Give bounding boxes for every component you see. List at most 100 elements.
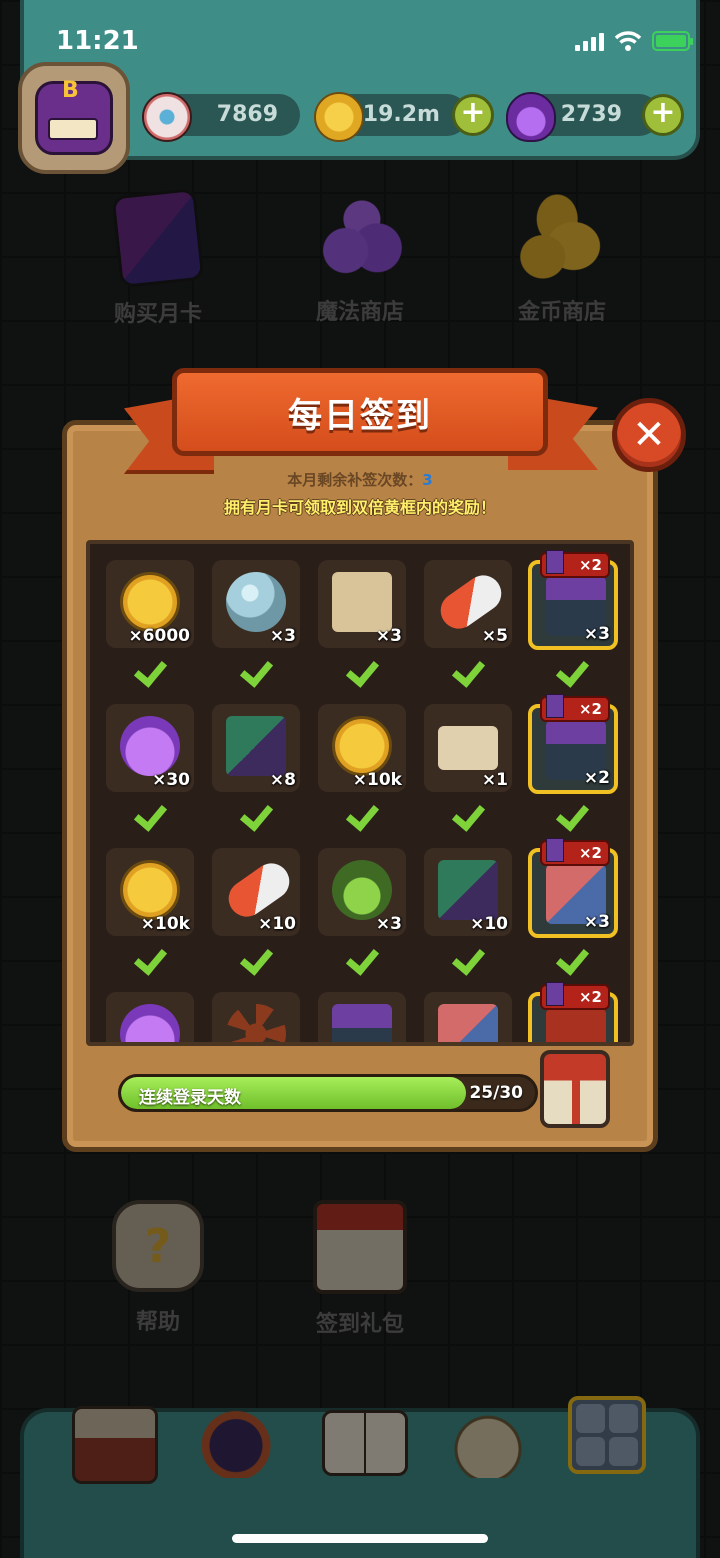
tower-icon bbox=[546, 1008, 606, 1042]
reward-quantity: ×8 bbox=[269, 770, 296, 790]
claimed-check-icon bbox=[449, 800, 487, 830]
modal-title-banner: 每日签到 bbox=[172, 368, 548, 456]
reward-cell[interactable]: ×30 bbox=[106, 704, 194, 792]
add-coins-button[interactable]: + bbox=[452, 94, 494, 136]
currency-eyes: 7869 bbox=[142, 92, 300, 142]
claimed-check-icon bbox=[131, 656, 169, 686]
claimed-check-icon bbox=[237, 656, 275, 686]
currency-value: 2739 bbox=[560, 102, 622, 127]
claimed-check-icon bbox=[553, 800, 591, 830]
reward-quantity: ×1 bbox=[481, 770, 508, 790]
currency-coins: 19.2m bbox=[314, 92, 468, 142]
reward-grid: ×6000 ×3 ×3 ×5 ×2 ×3 ×30 ×8 ×10k ×1 ×2 ×2 ×10k ×10 ×3 ×… bbox=[86, 540, 634, 1046]
reward-cell[interactable]: ×2 bbox=[528, 982, 618, 1042]
double-reward-tip: 拥有月卡可领取到双倍黄框内的奖励！ bbox=[223, 498, 496, 517]
reward-cell[interactable]: ×2 ×2 bbox=[528, 694, 618, 794]
reward-cell[interactable] bbox=[106, 992, 194, 1042]
double-reward-tag: ×2 bbox=[540, 550, 610, 578]
coin-icon bbox=[332, 716, 392, 776]
claimed-check-icon bbox=[553, 656, 591, 686]
reward-quantity: ×3 bbox=[583, 912, 610, 932]
reward-cell[interactable] bbox=[424, 992, 512, 1042]
coin-icon bbox=[120, 860, 180, 920]
reward-cell[interactable]: ×2 ×3 bbox=[528, 838, 618, 938]
reward-cell[interactable]: ×2 ×3 bbox=[528, 550, 618, 650]
claimed-check-icon bbox=[449, 944, 487, 974]
reward-quantity: ×10 bbox=[258, 914, 296, 934]
claimed-check-icon bbox=[131, 800, 169, 830]
potion-icon bbox=[506, 92, 556, 142]
progress-value: 25/30 bbox=[469, 1083, 523, 1103]
close-button[interactable]: ✕ bbox=[612, 398, 686, 472]
eye-icon bbox=[142, 92, 192, 142]
wifi-icon bbox=[614, 31, 642, 51]
card-icon bbox=[226, 716, 286, 776]
reward-cell[interactable]: ×6000 bbox=[106, 560, 194, 648]
currency-value: 7869 bbox=[216, 102, 278, 127]
reward-cell[interactable] bbox=[318, 992, 406, 1042]
orb-icon bbox=[226, 572, 286, 632]
box-icon bbox=[332, 1004, 392, 1042]
bomb-icon bbox=[332, 860, 392, 920]
card-icon bbox=[438, 860, 498, 920]
reward-cell[interactable]: ×1 bbox=[424, 704, 512, 792]
currency-potions: 2739 bbox=[506, 92, 660, 142]
reward-quantity: ×5 bbox=[481, 626, 508, 646]
double-reward-tag: ×2 bbox=[540, 694, 610, 722]
reward-cell[interactable]: ×10k bbox=[106, 848, 194, 936]
reward-cell[interactable] bbox=[212, 992, 300, 1042]
status-bar: 11:21 bbox=[0, 0, 720, 80]
streak-gift-icon[interactable] bbox=[540, 1050, 610, 1128]
coin-icon bbox=[120, 572, 180, 632]
reward-cell[interactable]: ×10 bbox=[212, 848, 300, 936]
claimed-check-icon bbox=[343, 944, 381, 974]
signal-icon bbox=[575, 31, 604, 51]
reward-quantity: ×3 bbox=[269, 626, 296, 646]
status-time: 11:21 bbox=[56, 26, 139, 56]
reward-cell[interactable]: ×5 bbox=[424, 560, 512, 648]
reward-quantity: ×2 bbox=[583, 768, 610, 788]
reward-cell[interactable]: ×3 bbox=[318, 848, 406, 936]
plant-icon bbox=[226, 1004, 286, 1042]
reward-cell[interactable]: ×8 bbox=[212, 704, 300, 792]
double-reward-tag: ×2 bbox=[540, 982, 610, 1010]
currency-value: 19.2m bbox=[362, 102, 440, 127]
claimed-check-icon bbox=[343, 800, 381, 830]
reward-quantity: ×10k bbox=[140, 914, 190, 934]
remaining-label: 本月剩余补签次数： bbox=[287, 471, 423, 489]
reward-cell[interactable]: ×10 bbox=[424, 848, 512, 936]
reward-quantity: ×10 bbox=[470, 914, 508, 934]
potion-icon bbox=[120, 716, 180, 776]
claimed-check-icon bbox=[237, 800, 275, 830]
claimed-check-icon bbox=[237, 944, 275, 974]
reward-quantity: ×30 bbox=[152, 770, 190, 790]
close-icon: ✕ bbox=[632, 412, 666, 458]
remaining-count: 3 bbox=[422, 471, 433, 489]
makeup-checkin-info: 本月剩余补签次数：3 bbox=[0, 469, 720, 490]
claimed-check-icon bbox=[343, 656, 381, 686]
login-streak-progress: 连续登录天数 25/30 bbox=[118, 1074, 538, 1112]
reward-quantity: ×3 bbox=[375, 626, 402, 646]
ticket-icon bbox=[438, 726, 498, 770]
reward-quantity: ×3 bbox=[583, 624, 610, 644]
reward-quantity: ×10k bbox=[352, 770, 402, 790]
claimed-check-icon bbox=[553, 944, 591, 974]
reward-quantity: ×6000 bbox=[128, 626, 190, 646]
monster-avatar-icon bbox=[35, 78, 113, 155]
reward-quantity: ×3 bbox=[375, 914, 402, 934]
reward-cell[interactable]: ×3 bbox=[212, 560, 300, 648]
book-icon bbox=[438, 1004, 498, 1042]
double-reward-tag: ×2 bbox=[540, 838, 610, 866]
map-icon bbox=[332, 572, 392, 632]
potion-icon bbox=[120, 1004, 180, 1042]
reward-cell[interactable]: ×3 bbox=[318, 560, 406, 648]
claimed-check-icon bbox=[449, 656, 487, 686]
home-indicator bbox=[232, 1534, 488, 1543]
reward-cell[interactable]: ×10k bbox=[318, 704, 406, 792]
add-potions-button[interactable]: + bbox=[642, 94, 684, 136]
coin-icon bbox=[314, 92, 364, 142]
battery-icon bbox=[652, 31, 693, 51]
modal-title: 每日签到 bbox=[288, 395, 432, 436]
progress-label: 连续登录天数 bbox=[139, 1088, 241, 1108]
claimed-check-icon bbox=[131, 944, 169, 974]
